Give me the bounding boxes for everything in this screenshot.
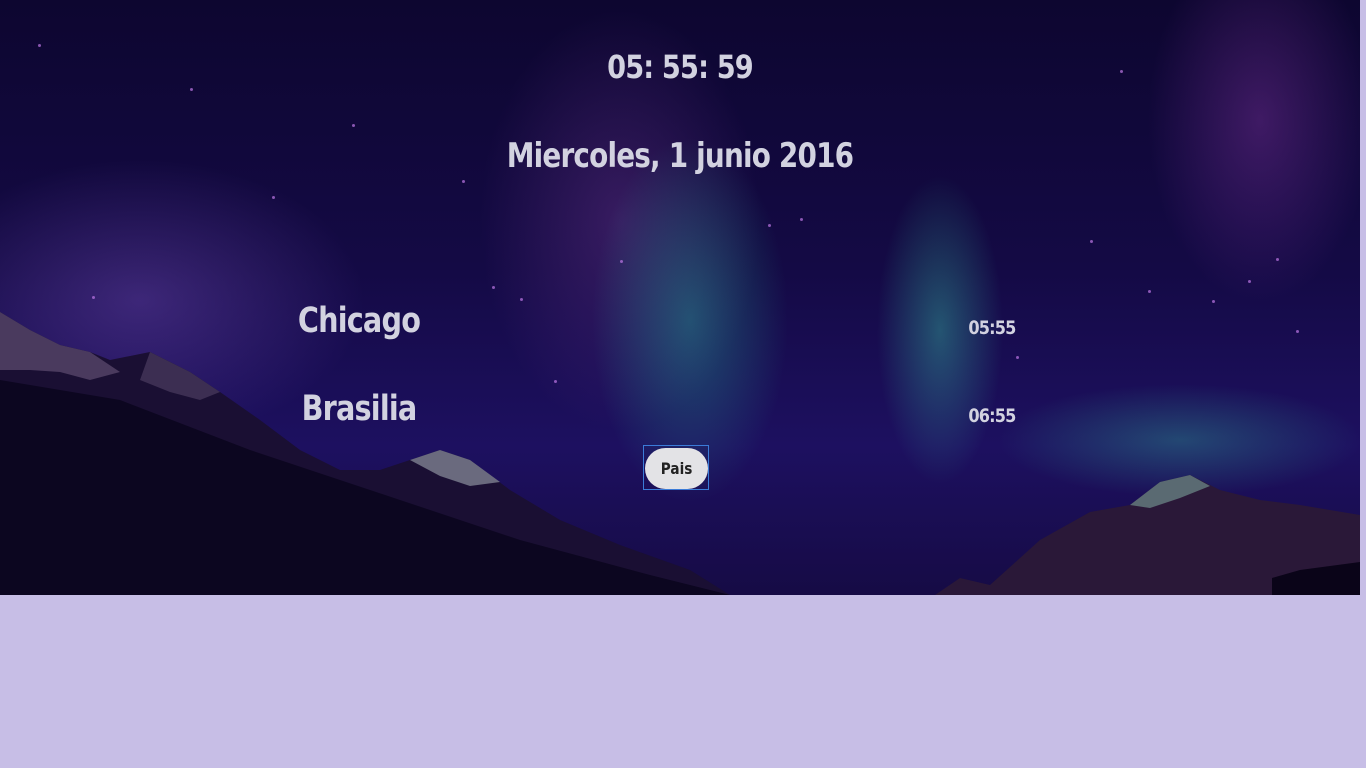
city-name-chicago: Chicago (297, 301, 421, 341)
pais-button-label: Pais (660, 459, 693, 478)
mountains-silhouette (0, 312, 1360, 595)
city-name-brasilia: Brasilia (301, 389, 418, 429)
city-time-chicago: 05:55 (968, 317, 1016, 339)
current-date: Miercoles, 1 junio 2016 (506, 136, 854, 176)
pais-button-pill[interactable]: Pais (645, 448, 708, 489)
aurora-background (0, 0, 1360, 595)
current-time: 05: 55: 59 (607, 48, 754, 86)
pais-button[interactable]: Pais (643, 445, 709, 490)
city-time-brasilia: 06:55 (968, 405, 1016, 427)
